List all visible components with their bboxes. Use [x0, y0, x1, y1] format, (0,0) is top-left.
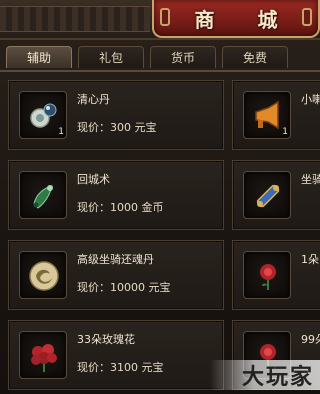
item-slot[interactable] — [243, 251, 291, 299]
category-tabs: 辅助 礼包 货币 免费 — [6, 46, 320, 70]
shop-item-qingxindan[interactable]: 1 清心丹 现价：300 元宝 — [8, 80, 224, 150]
horn-icon — [255, 100, 279, 130]
item-name: 1朵 — [301, 253, 319, 266]
item-name: 回城术 — [77, 173, 110, 186]
item-price: 现价：300 元宝 — [77, 121, 157, 134]
blue-scroll-icon — [256, 184, 280, 208]
shop-item-mount-scroll[interactable]: 坐骑 — [232, 160, 320, 230]
item-slot[interactable]: 1 — [243, 91, 291, 139]
plaque-corner-right — [302, 8, 312, 26]
item-grid: 1 清心丹 现价：300 元宝 1 小喇 回城术 现价：1000 金币 坐骑 高… — [8, 80, 320, 394]
item-name: 清心丹 — [77, 93, 110, 106]
plaque-corner-left — [160, 8, 170, 26]
golden-orb-icon — [29, 261, 59, 291]
green-scroll-icon — [33, 185, 53, 209]
tab-free[interactable]: 免费 — [222, 46, 288, 68]
item-slot[interactable] — [19, 331, 67, 379]
item-name: 33朵玫瑰花 — [77, 333, 135, 346]
title-ornament — [0, 6, 150, 32]
rose-icon — [260, 264, 276, 290]
orb-pearl-icon — [30, 103, 57, 128]
item-price: 现价：3100 元宝 — [77, 361, 164, 374]
title-bar: 商 城 — [0, 0, 320, 40]
title-plaque: 商 城 — [152, 0, 320, 38]
shop-item-mount-revive-pill[interactable]: 高级坐骑还魂丹 现价：10000 元宝 — [8, 240, 224, 310]
item-quantity: 1 — [282, 127, 288, 137]
shop-item-33-roses[interactable]: 33朵玫瑰花 现价：3100 元宝 — [8, 320, 224, 390]
tab-divider — [0, 70, 320, 72]
item-name: 高级坐骑还魂丹 — [77, 253, 154, 266]
item-name: 99朵 — [301, 333, 320, 346]
item-price: 现价：1000 金币 — [77, 201, 164, 214]
shop-item-one-rose[interactable]: 1朵 — [232, 240, 320, 310]
shop-item-return-scroll[interactable]: 回城术 现价：1000 金币 — [8, 160, 224, 230]
tab-gift-pack[interactable]: 礼包 — [78, 46, 144, 68]
shop-window: 商 城 辅助 礼包 货币 免费 1 清心丹 现价：300 元宝 1 小喇 回城术… — [0, 0, 320, 394]
item-slot[interactable] — [19, 171, 67, 219]
watermark: 大玩家 — [210, 360, 320, 390]
item-name: 小喇 — [301, 93, 320, 106]
item-name: 坐骑 — [301, 173, 320, 186]
rose-bouquet-icon — [31, 344, 57, 372]
tab-assist[interactable]: 辅助 — [6, 46, 72, 68]
tab-currency[interactable]: 货币 — [150, 46, 216, 68]
item-slot[interactable] — [19, 251, 67, 299]
item-slot[interactable] — [243, 171, 291, 219]
page-title: 商 城 — [194, 7, 296, 32]
item-quantity: 1 — [58, 127, 64, 137]
item-slot[interactable]: 1 — [19, 91, 67, 139]
item-price: 现价：10000 元宝 — [77, 281, 171, 294]
shop-item-small-horn[interactable]: 1 小喇 — [232, 80, 320, 150]
